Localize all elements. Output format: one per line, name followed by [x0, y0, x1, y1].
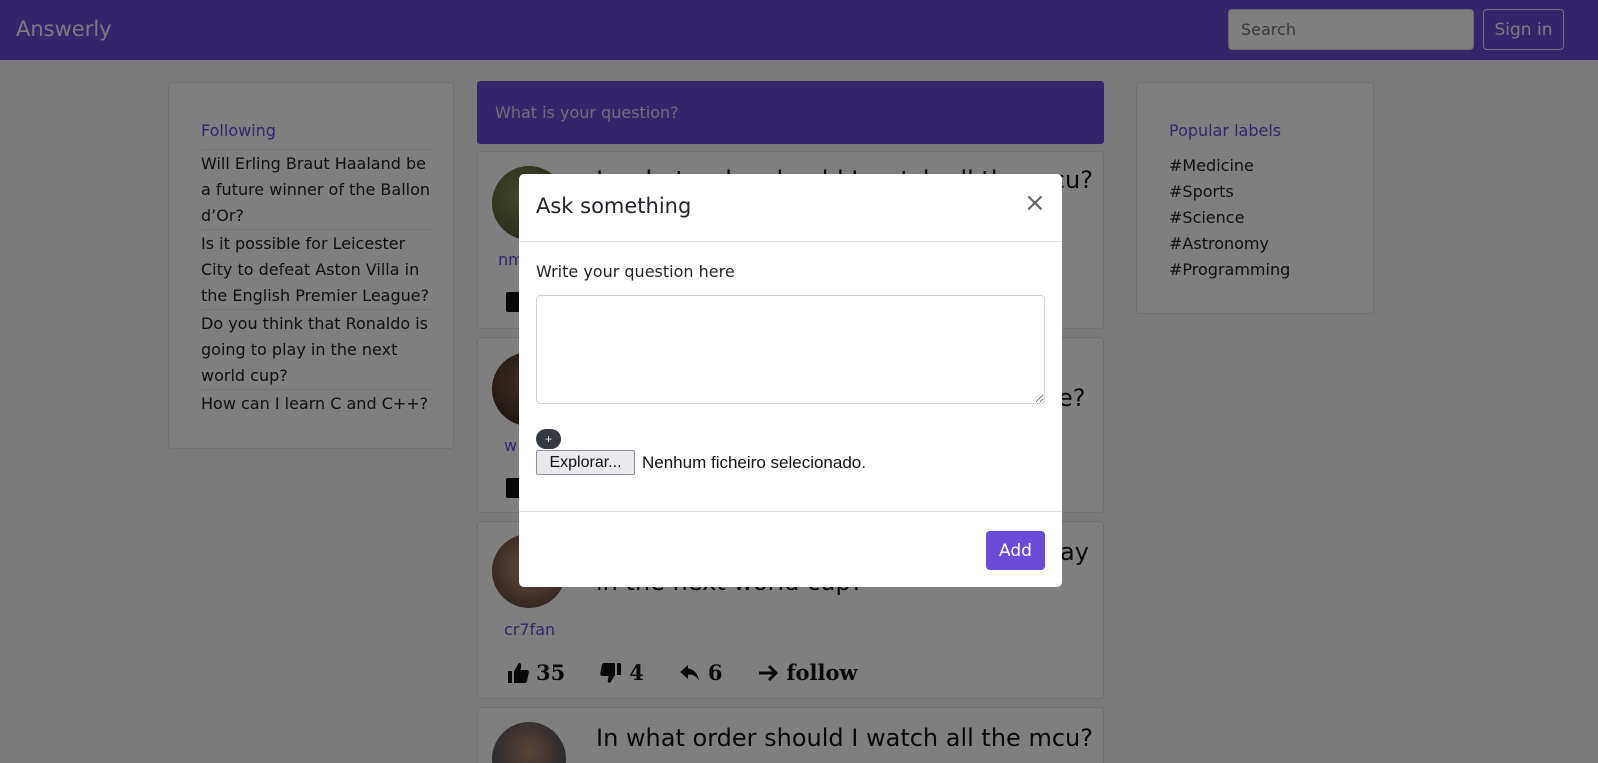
file-browse-button[interactable]: Explorar... [536, 450, 635, 475]
question-textarea[interactable] [536, 295, 1045, 404]
modal-title: Ask something [536, 194, 692, 218]
add-field-button[interactable]: + [536, 429, 561, 449]
modal-footer-divider [519, 511, 1062, 512]
question-label: Write your question here [536, 262, 735, 281]
add-button[interactable]: Add [986, 531, 1045, 570]
ask-modal: Ask something × Write your question here… [519, 174, 1062, 587]
close-icon[interactable]: × [1024, 188, 1046, 218]
modal-header-divider [519, 241, 1062, 242]
file-status-text: Nenhum ficheiro selecionado. [642, 453, 866, 472]
